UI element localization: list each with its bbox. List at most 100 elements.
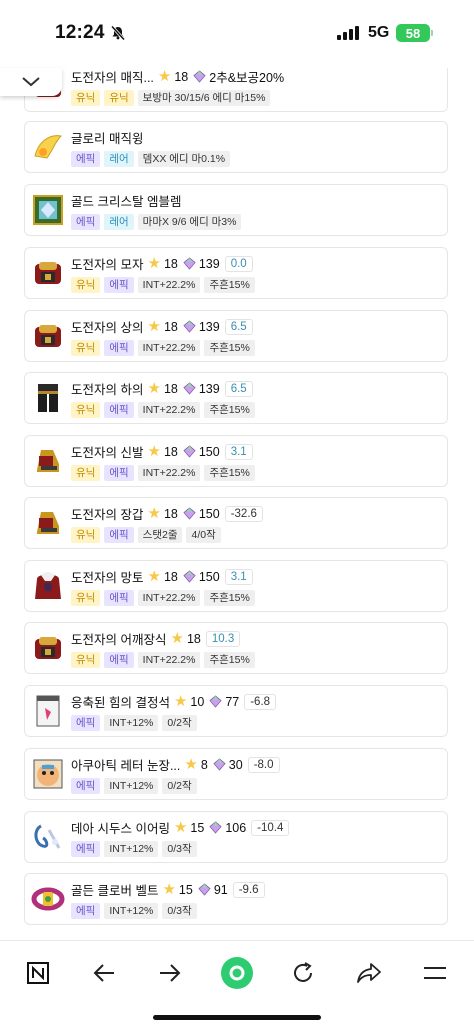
starforce-count: 15 [190, 820, 205, 835]
grade-tag: 에픽 [104, 402, 134, 418]
potential-gem-icon [183, 445, 196, 458]
item-card[interactable]: 도전자의 하의 ★ 18 139 6.5 유닉 에픽 INT+22.2% 주흔15% [24, 372, 448, 424]
clock: 12:24 [55, 22, 105, 43]
notion-button[interactable] [18, 953, 58, 993]
item-tags-row: 에픽 레어 뎀XX 에디 마0.1% [71, 151, 231, 167]
star-icon: ★ [147, 505, 161, 522]
option-tag: INT+22.2% [137, 402, 201, 418]
item-card[interactable]: 골든 클로버 벨트 ★ 15 91 -9.6 에픽 INT+12% 0/3작 [24, 873, 448, 925]
item-card[interactable]: 도전자의 상의 ★ 18 139 6.5 유닉 에픽 INT+22.2% 주흔15% [24, 310, 448, 362]
option-tag: 0/2작 [162, 778, 197, 794]
starforce-count: 18 [186, 631, 201, 646]
item-title-row: 도전자의 어깨장식 ★ 18 10.3 [71, 629, 241, 648]
item-tags-row: 에픽 INT+12% 0/2작 [71, 778, 197, 794]
item-card[interactable]: 데아 시두스 이어링 ★ 15 106 -10.4 에픽 INT+12% 0/3작 [24, 811, 448, 863]
back-button[interactable] [84, 953, 124, 993]
option-tag: INT+12% [104, 715, 159, 731]
star-icon: ★ [147, 255, 161, 272]
item-image-icon [31, 820, 65, 854]
grade-tag: 에픽 [71, 715, 101, 731]
item-image-icon [31, 444, 65, 478]
option-tag: INT+12% [104, 778, 159, 794]
grade-tag: 에픽 [71, 151, 101, 167]
status-bar: 12:24 5G 58 [0, 0, 474, 68]
item-card[interactable]: 도전자의 망토 ★ 18 150 3.1 유닉 에픽 INT+22.2% 주흔15% [24, 560, 448, 612]
item-image-icon [31, 757, 65, 791]
item-title-row: 도전자의 장갑 ★ 18 150 -32.6 [71, 504, 263, 523]
star-icon: ★ [173, 693, 188, 710]
item-name: 도전자의 어깨장식 [71, 633, 167, 647]
share-button[interactable] [349, 953, 389, 993]
item-name: 응축된 힘의 결정석 [71, 696, 170, 710]
grade-tag: 유닉 [71, 340, 101, 356]
option-tag: INT+22.2% [137, 652, 201, 668]
back-arrow-icon [93, 964, 114, 982]
grade-tag: 유닉 [71, 90, 101, 106]
starforce-count: 18 [174, 69, 189, 84]
collapse-button[interactable] [0, 68, 62, 96]
potential-value: 150 [198, 444, 220, 459]
grade-tag: 에픽 [71, 214, 101, 230]
score-badge: -9.6 [232, 881, 265, 898]
home-button[interactable] [217, 953, 257, 993]
item-image-icon [31, 506, 65, 540]
forward-button[interactable] [150, 953, 190, 993]
potential-value: 91 [213, 882, 228, 897]
item-title-row: 도전자의 상의 ★ 18 139 6.5 [71, 317, 253, 336]
potential-value: 150 [198, 506, 220, 521]
option-tag: INT+12% [104, 841, 159, 857]
potential-gem-icon [183, 257, 196, 270]
item-card[interactable]: 아쿠아틱 레터 눈장... ★ 8 30 -8.0 에픽 INT+12% 0/2작 [24, 748, 448, 800]
potential-value: 30 [228, 757, 243, 772]
score-badge: 6.5 [224, 318, 253, 335]
item-card[interactable]: 골드 크리스탈 엠블렘 에픽 레어 마마X 9/6 에디 마3% [24, 184, 448, 236]
potential-gem-icon [183, 382, 196, 395]
grade-tag: 에픽 [71, 841, 101, 857]
item-name: 도전자의 매직... [71, 71, 154, 85]
item-card[interactable]: 도전자의 장갑 ★ 18 150 -32.6 유닉 에픽 스탯2줄 4/0작 [24, 497, 448, 549]
item-card[interactable]: 응축된 힘의 결정석 ★ 10 77 -6.8 에픽 INT+12% 0/2작 [24, 685, 448, 737]
potential-value: 139 [198, 319, 220, 334]
refresh-button[interactable] [283, 953, 323, 993]
item-name: 데아 시두스 이어링 [71, 822, 170, 836]
notion-icon [27, 962, 49, 984]
item-title-row: 도전자의 하의 ★ 18 139 6.5 [71, 379, 253, 398]
menu-button[interactable] [415, 953, 455, 993]
option-tag: 주흔15% [204, 465, 255, 481]
starforce-count: 18 [163, 506, 178, 521]
item-title-row: 도전자의 신발 ★ 18 150 3.1 [71, 442, 253, 461]
potential-gem-icon [213, 758, 226, 771]
star-icon: ★ [147, 443, 161, 460]
potential-gem-icon [183, 507, 196, 520]
option-tag: 0/3작 [162, 903, 197, 919]
item-name: 도전자의 신발 [71, 446, 144, 460]
potential-value: 106 [225, 820, 247, 835]
grade-tag: 에픽 [104, 465, 134, 481]
home-indicator [153, 1015, 321, 1020]
home-circle-icon [221, 957, 253, 989]
cell-signal-icon [337, 26, 359, 40]
item-title-row: 골든 클로버 벨트 ★ 15 91 -9.6 [71, 880, 265, 899]
item-card[interactable]: 글로리 매직윙 에픽 레어 뎀XX 에디 마0.1% [24, 121, 448, 173]
grade-tag: 유닉 [71, 277, 101, 293]
grade-tag: 유닉 [71, 652, 101, 668]
item-tags-row: 에픽 INT+12% 0/3작 [71, 903, 197, 919]
option-tag: INT+22.2% [137, 590, 201, 606]
share-icon [357, 963, 381, 983]
star-icon: ★ [157, 68, 172, 85]
item-image-icon [31, 694, 65, 728]
item-card[interactable]: 도전자의 모자 ★ 18 139 0.0 유닉 에픽 INT+22.2% 주흔15% [24, 247, 448, 299]
potential-gem-icon [193, 70, 206, 83]
item-tags-row: 유닉 에픽 INT+22.2% 주흔15% [71, 340, 255, 356]
starforce-count: 8 [200, 757, 208, 772]
grade-tag: 에픽 [71, 778, 101, 794]
item-card[interactable]: 도전자의 어깨장식 ★ 18 10.3 유닉 에픽 INT+22.2% 주흔15% [24, 622, 448, 674]
item-name: 도전자의 장갑 [71, 508, 144, 522]
potential-gem-icon [183, 320, 196, 333]
refresh-icon [294, 962, 312, 982]
item-card[interactable]: 도전자의 신발 ★ 18 150 3.1 유닉 에픽 INT+22.2% 주흔15% [24, 435, 448, 487]
score-badge: 10.3 [205, 630, 241, 647]
grade-tag: 레어 [104, 151, 134, 167]
grade-tag: 에픽 [104, 590, 134, 606]
network-type: 5G [368, 24, 390, 41]
